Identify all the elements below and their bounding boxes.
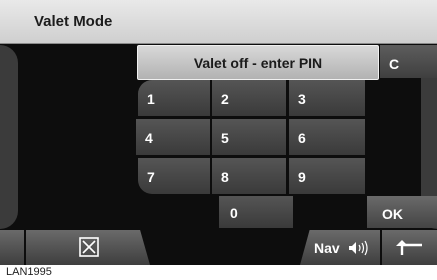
back-button[interactable] [382, 230, 437, 265]
bottom-left-segment [0, 230, 24, 265]
clear-button[interactable]: C [380, 45, 437, 78]
key-1[interactable]: 1 [138, 80, 210, 116]
key-9[interactable]: 9 [289, 158, 365, 194]
key-4[interactable]: 4 [136, 119, 210, 155]
figure-caption: LAN1995 [6, 266, 52, 278]
return-arrow-icon [396, 240, 422, 255]
page-title: Valet Mode [34, 13, 113, 30]
pin-prompt-text: Valet off - enter PIN [193, 54, 323, 71]
title-bar: Valet Mode [0, 0, 437, 44]
key-8[interactable]: 8 [212, 158, 286, 194]
close-button[interactable] [26, 230, 150, 265]
speaker-volume-icon [348, 240, 368, 255]
left-side-panel [0, 45, 18, 229]
key-5[interactable]: 5 [212, 119, 286, 155]
ok-button[interactable]: OK [367, 196, 437, 228]
key-7[interactable]: 7 [138, 158, 210, 194]
key-6[interactable]: 6 [289, 119, 365, 155]
pin-entry-display: Valet off - enter PIN [137, 45, 379, 80]
valet-mode-screen: Valet Mode Valet off - enter PIN C 1 2 3… [0, 0, 437, 265]
key-3[interactable]: 3 [289, 80, 365, 116]
nav-label: Nav [314, 239, 340, 256]
nav-audio-button[interactable]: Nav [300, 230, 380, 265]
close-box-icon [79, 237, 99, 257]
key-2[interactable]: 2 [212, 80, 286, 116]
key-0[interactable]: 0 [219, 196, 293, 228]
